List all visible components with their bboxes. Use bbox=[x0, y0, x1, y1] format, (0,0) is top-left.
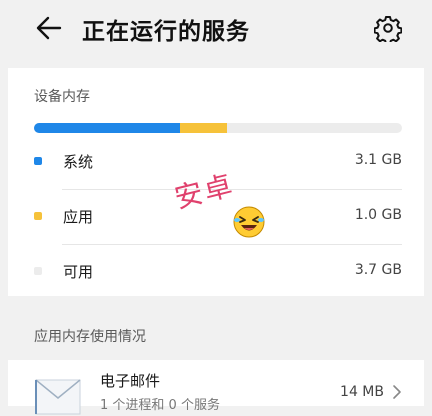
memory-row-free: 可用 3.7 GB bbox=[34, 253, 402, 293]
app-memory-size: 14 MB bbox=[340, 384, 384, 400]
memory-usage-bar bbox=[34, 123, 402, 133]
memory-bar-apps-segment bbox=[180, 123, 228, 133]
memory-bar-system-segment bbox=[34, 123, 181, 133]
memory-row-label: 应用 bbox=[63, 208, 94, 226]
memory-row-value: 3.7 GB bbox=[354, 262, 402, 278]
apps-legend-dot bbox=[34, 212, 42, 220]
app-memory-title: 应用内存使用情况 bbox=[34, 329, 146, 345]
app-row-email[interactable]: 电子邮件 1 个进程和 0 个服务 14 MB bbox=[8, 360, 424, 415]
app-header: 正在运行的服务 bbox=[0, 0, 432, 58]
mail-icon bbox=[35, 379, 81, 415]
laughing-emoji-icon bbox=[233, 206, 265, 238]
divider bbox=[62, 244, 402, 245]
memory-row-value: 1.0 GB bbox=[354, 207, 402, 223]
memory-row-label: 可用 bbox=[63, 263, 94, 281]
app-process-info: 1 个进程和 0 个服务 bbox=[100, 398, 220, 413]
free-legend-dot bbox=[34, 267, 42, 275]
memory-row-label: 系统 bbox=[63, 153, 94, 171]
memory-row-value: 3.1 GB bbox=[354, 152, 402, 168]
back-arrow-icon[interactable] bbox=[34, 13, 64, 43]
gear-icon[interactable] bbox=[374, 14, 402, 42]
app-name: 电子邮件 bbox=[100, 372, 161, 390]
page-title: 正在运行的服务 bbox=[82, 19, 250, 45]
chevron-right-icon bbox=[393, 385, 401, 399]
device-memory-title: 设备内存 bbox=[34, 89, 90, 105]
system-legend-dot bbox=[34, 157, 42, 165]
